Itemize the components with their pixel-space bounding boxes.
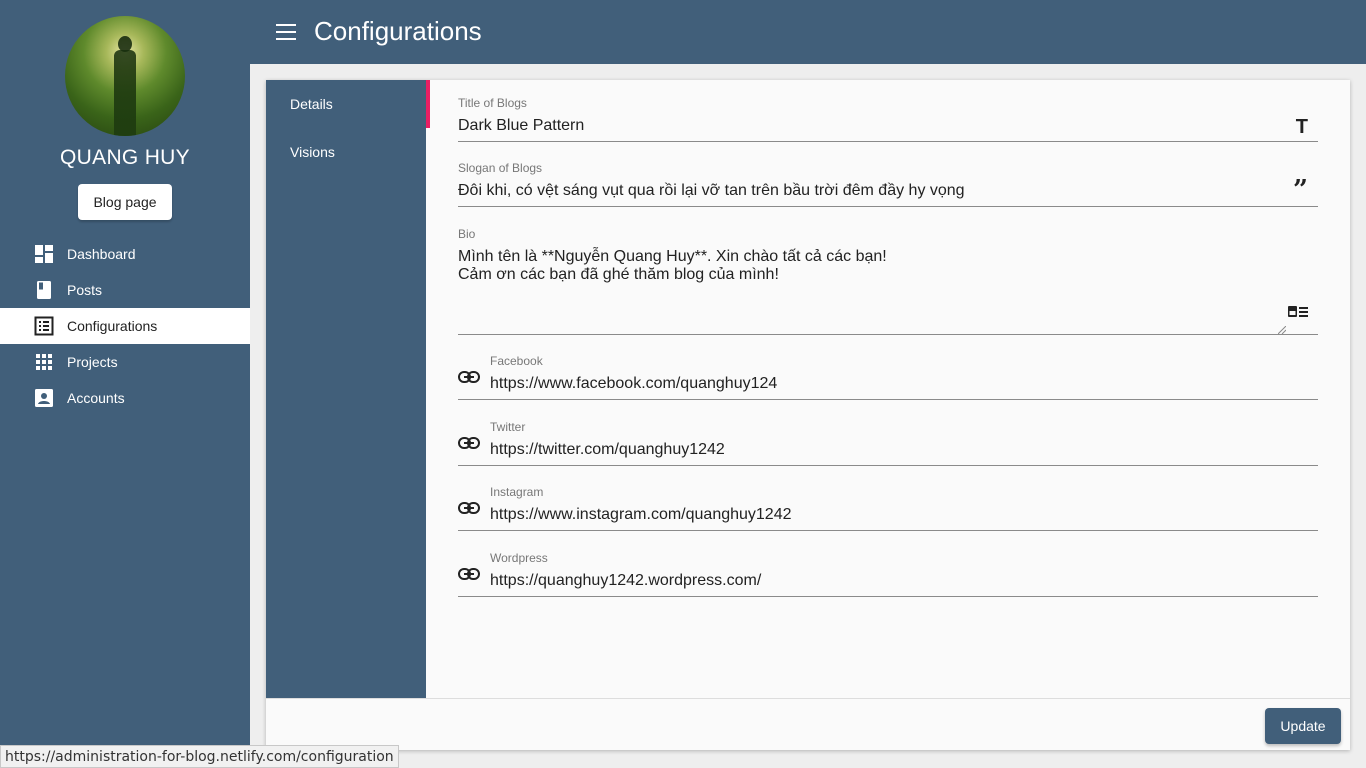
wordpress-field-value[interactable]: https://quanghuy1242.wordpress.com/ [490,572,761,590]
update-button[interactable]: Update [1265,708,1341,744]
sidebar-item-projects[interactable]: Projects [0,344,250,380]
instagram-field-value[interactable]: https://www.instagram.com/quanghuy1242 [490,506,792,524]
format-quote-icon: ” [1293,175,1308,205]
list-alt-icon [34,316,54,336]
configurations-card: Details Visions Title of Blogs Dark Blue… [266,80,1350,750]
tab-visions[interactable]: Visions [266,128,426,176]
featured-play-list-icon [1288,305,1308,324]
facebook-field-label: Facebook [490,354,543,368]
link-icon [458,436,480,454]
text-format-icon: T [1295,116,1308,138]
blog-page-button[interactable]: Blog page [78,184,172,220]
facebook-field-value[interactable]: https://www.facebook.com/quanghuy124 [490,375,777,393]
sidebar-nav: Dashboard Posts Configurations Projects … [0,236,250,416]
title-field-label: Title of Blogs [458,96,527,110]
bio-field-value[interactable]: Mình tên là **Nguyễn Quang Huy**. Xin ch… [458,248,887,284]
sidebar-item-configurations[interactable]: Configurations [0,308,250,344]
link-icon [458,567,480,585]
sidebar-item-label: Projects [67,354,118,370]
card-footer: Update [266,698,1350,750]
status-bar-url: https://administration-for-blog.netlify.… [0,745,399,768]
sidebar: QUANG HUY Blog page Dashboard Posts Conf… [0,0,250,768]
resize-handle[interactable] [1277,321,1287,335]
sidebar-item-accounts[interactable]: Accounts [0,380,250,416]
sidebar-item-dashboard[interactable]: Dashboard [0,236,250,272]
slogan-field-label: Slogan of Blogs [458,161,543,175]
apps-grid-icon [34,352,54,372]
bio-field-label: Bio [458,227,476,241]
avatar [65,16,185,136]
twitter-field-value[interactable]: https://twitter.com/quanghuy1242 [490,441,725,459]
sidebar-item-label: Configurations [67,318,158,334]
account-box-icon [34,388,54,408]
title-field[interactable]: Title of Blogs Dark Blue Pattern T [458,92,1318,142]
dashboard-icon [34,244,54,264]
wordpress-field[interactable]: Wordpress https://quanghuy1242.wordpress… [458,547,1318,597]
menu-icon[interactable] [276,24,296,40]
slogan-field[interactable]: Slogan of Blogs Đôi khi, có vệt sáng vụt… [458,157,1318,207]
top-app-bar: Configurations [250,0,1366,64]
link-icon [458,370,480,388]
link-icon [458,501,480,519]
sidebar-item-posts[interactable]: Posts [0,272,250,308]
instagram-field[interactable]: Instagram https://www.instagram.com/quan… [458,481,1318,531]
slogan-field-value[interactable]: Đôi khi, có vệt sáng vụt qua rồi lại vỡ … [458,182,965,200]
instagram-field-label: Instagram [490,485,544,499]
twitter-field[interactable]: Twitter https://twitter.com/quanghuy1242 [458,416,1318,466]
facebook-field[interactable]: Facebook https://www.facebook.com/quangh… [458,350,1318,400]
page-title: Configurations [314,16,482,46]
book-icon [34,280,54,300]
sidebar-item-label: Accounts [67,390,125,406]
sidebar-item-label: Dashboard [67,246,136,262]
user-name: QUANG HUY [60,146,190,169]
vertical-tabs: Details Visions [266,80,430,698]
title-field-value[interactable]: Dark Blue Pattern [458,117,584,135]
bio-field[interactable]: Bio Mình tên là **Nguyễn Quang Huy**. Xi… [458,223,1318,335]
wordpress-field-label: Wordpress [490,551,548,565]
tab-details[interactable]: Details [266,80,430,128]
twitter-field-label: Twitter [490,420,526,434]
sidebar-item-label: Posts [67,282,103,298]
